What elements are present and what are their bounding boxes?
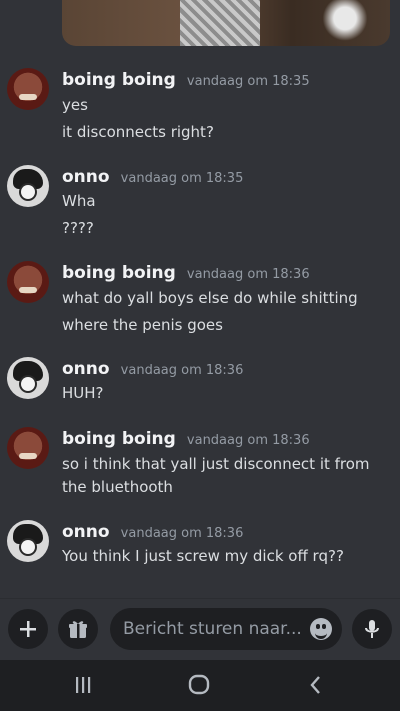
message-header: boing boing vandaag om 18:36	[62, 429, 310, 449]
avatar[interactable]	[7, 357, 49, 399]
gift-button[interactable]	[58, 609, 98, 649]
avatar[interactable]	[7, 261, 49, 303]
microphone-icon	[365, 620, 379, 638]
timestamp: vandaag om 18:36	[186, 267, 310, 282]
image-attachment[interactable]	[62, 0, 390, 46]
avatar[interactable]	[7, 520, 49, 562]
gift-icon	[69, 621, 87, 638]
message-header: boing boing vandaag om 18:36	[62, 263, 310, 283]
timestamp: vandaag om 18:36	[120, 363, 244, 378]
message-text[interactable]: ????	[62, 217, 392, 240]
system-navigation-bar	[0, 660, 400, 711]
message-input[interactable]: Bericht sturen naar...	[110, 608, 342, 650]
message-header: onno vandaag om 18:35	[62, 167, 243, 187]
message-text[interactable]: yes	[62, 94, 392, 117]
timestamp: vandaag om 18:36	[120, 526, 244, 541]
message-text[interactable]: where the penis goes	[62, 314, 392, 337]
message-text[interactable]: what do yall boys else do while shitting	[62, 287, 392, 310]
username[interactable]: boing boing	[62, 429, 176, 449]
recent-apps-icon[interactable]	[72, 674, 94, 696]
message-text[interactable]: so i think that yall just disconnect it …	[62, 453, 392, 499]
voice-message-button[interactable]	[352, 609, 392, 649]
image-pocket-square	[320, 0, 370, 46]
message-text[interactable]: Wha	[62, 190, 392, 213]
avatar[interactable]	[7, 427, 49, 469]
message-text[interactable]: HUH?	[62, 382, 392, 405]
avatar[interactable]	[7, 165, 49, 207]
home-icon[interactable]	[187, 674, 211, 696]
message-text[interactable]: You think I just screw my dick off rq??	[62, 545, 392, 568]
message-header: onno vandaag om 18:36	[62, 522, 243, 542]
username[interactable]: onno	[62, 522, 110, 542]
back-icon[interactable]	[306, 674, 326, 696]
message-input-placeholder: Bericht sturen naar...	[123, 619, 302, 639]
username[interactable]: boing boing	[62, 70, 176, 90]
username[interactable]: onno	[62, 167, 110, 187]
message-header: boing boing vandaag om 18:35	[62, 70, 310, 90]
image-shirt	[180, 0, 260, 46]
message-text[interactable]: it disconnects right?	[62, 121, 392, 144]
add-attachment-button[interactable]	[8, 609, 48, 649]
username[interactable]: onno	[62, 359, 110, 379]
timestamp: vandaag om 18:36	[186, 433, 310, 448]
plus-icon	[20, 621, 36, 637]
emoji-icon[interactable]	[310, 618, 332, 640]
timestamp: vandaag om 18:35	[120, 171, 244, 186]
timestamp: vandaag om 18:35	[186, 74, 310, 89]
username[interactable]: boing boing	[62, 263, 176, 283]
message-header: onno vandaag om 18:36	[62, 359, 243, 379]
avatar[interactable]	[7, 68, 49, 110]
message-composer: Bericht sturen naar...	[0, 598, 400, 661]
